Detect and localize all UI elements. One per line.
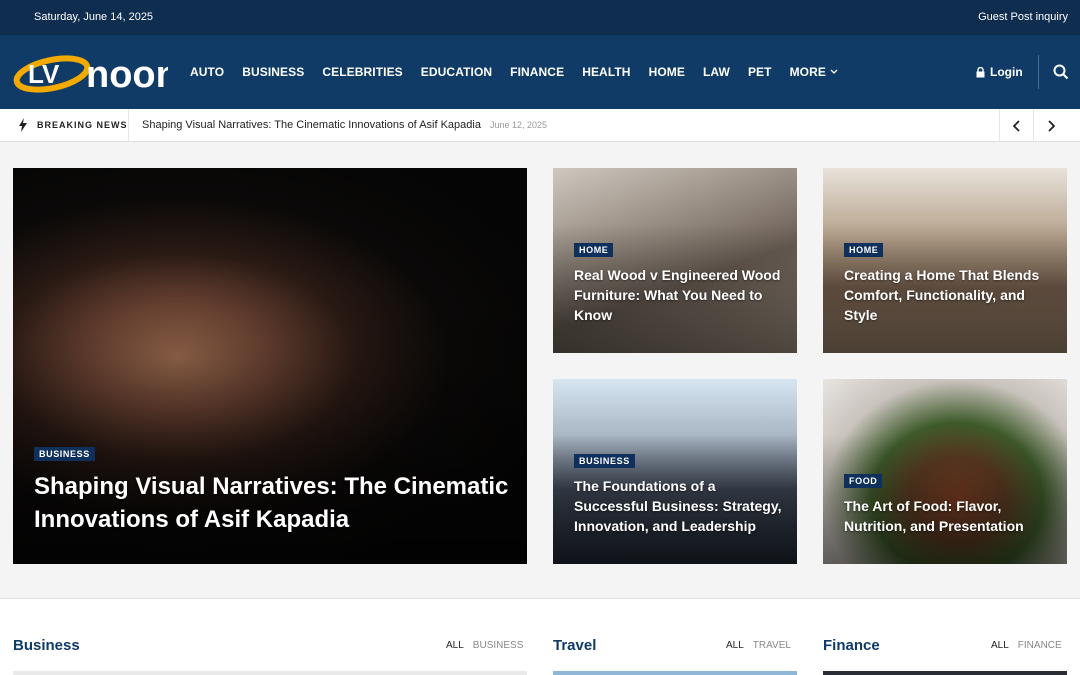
featured-card[interactable]: FOOD The Art of Food: Flavor, Nutrition,… xyxy=(823,379,1067,564)
featured-main-card[interactable]: BUSINESS Shaping Visual Narratives: The … xyxy=(13,168,527,564)
section-business: Business xyxy=(13,637,80,655)
search-button[interactable] xyxy=(1052,63,1070,81)
card-title[interactable]: Real Wood v Engineered Wood Furniture: W… xyxy=(574,265,784,325)
login-button[interactable]: Login xyxy=(976,35,1023,109)
tab-all[interactable]: ALL xyxy=(446,640,464,651)
breaking-news-label: BREAKING NEWS xyxy=(37,120,128,130)
tab-travel[interactable]: TRAVEL xyxy=(753,640,791,651)
lightning-icon xyxy=(19,118,27,132)
main-navigation: LV noon AUTO BUSINESS CELEBRITIES EDUCAT… xyxy=(0,35,1080,109)
nav-item-home[interactable]: HOME xyxy=(640,65,694,79)
section-image-strip xyxy=(823,671,1067,675)
section-tabs: ALL TRAVEL xyxy=(726,640,791,651)
chevron-right-icon xyxy=(1047,119,1055,132)
tab-business[interactable]: BUSINESS xyxy=(473,640,524,651)
category-badge[interactable]: HOME xyxy=(844,243,884,257)
ticker-prev-button[interactable] xyxy=(999,109,1033,142)
tab-all[interactable]: ALL xyxy=(991,640,1009,651)
ticker-date: June 12, 2025 xyxy=(490,120,548,130)
section-finance: Finance xyxy=(823,637,880,655)
nav-item-health[interactable]: HEALTH xyxy=(573,65,639,79)
category-badge[interactable]: BUSINESS xyxy=(574,454,635,468)
svg-text:noon: noon xyxy=(86,54,168,96)
featured-card[interactable]: HOME Real Wood v Engineered Wood Furnitu… xyxy=(553,168,797,353)
section-travel: Travel xyxy=(553,637,596,655)
top-bar: Saturday, June 14, 2025 Guest Post inqui… xyxy=(0,0,1080,35)
nav-item-pet[interactable]: PET xyxy=(739,65,781,79)
card-title[interactable]: Creating a Home That Blends Comfort, Fun… xyxy=(844,265,1054,325)
ticker-divider xyxy=(128,109,129,142)
section-tabs: ALL FINANCE xyxy=(991,640,1062,651)
guest-post-link[interactable]: Guest Post inquiry xyxy=(978,11,1068,23)
nav-item-law[interactable]: LAW xyxy=(694,65,739,79)
lock-icon xyxy=(976,66,985,77)
nav-item-finance[interactable]: FINANCE xyxy=(501,65,573,79)
section-image-strip xyxy=(553,671,797,675)
breaking-news-ticker: BREAKING NEWS Shaping Visual Narratives:… xyxy=(0,109,1080,142)
category-badge[interactable]: FOOD xyxy=(844,474,883,488)
current-date: Saturday, June 14, 2025 xyxy=(34,11,154,23)
svg-text:LV: LV xyxy=(28,59,60,89)
tab-finance[interactable]: FINANCE xyxy=(1018,640,1062,651)
chevron-down-icon xyxy=(830,69,838,74)
nav-menu: AUTO BUSINESS CELEBRITIES EDUCATION FINA… xyxy=(181,35,847,109)
site-logo[interactable]: LV noon xyxy=(12,47,179,97)
featured-card[interactable]: BUSINESS The Foundations of a Successful… xyxy=(553,379,797,564)
section-title[interactable]: Travel xyxy=(553,637,596,654)
nav-item-auto[interactable]: AUTO xyxy=(181,65,233,79)
nav-more-label: MORE xyxy=(789,65,826,79)
ticker-headline[interactable]: Shaping Visual Narratives: The Cinematic… xyxy=(142,119,481,131)
nav-item-education[interactable]: EDUCATION xyxy=(412,65,501,79)
ticker-next-button[interactable] xyxy=(1033,109,1067,142)
category-badge[interactable]: BUSINESS xyxy=(34,447,95,461)
nav-item-celebrities[interactable]: CELEBRITIES xyxy=(313,65,411,79)
section-title[interactable]: Business xyxy=(13,637,80,654)
card-title[interactable]: The Art of Food: Flavor, Nutrition, and … xyxy=(844,496,1054,536)
login-label: Login xyxy=(990,65,1023,79)
section-tabs: ALL BUSINESS xyxy=(446,640,523,651)
category-sections xyxy=(0,598,1080,675)
tab-all[interactable]: ALL xyxy=(726,640,744,651)
featured-card[interactable]: HOME Creating a Home That Blends Comfort… xyxy=(823,168,1067,353)
nav-item-more[interactable]: MORE xyxy=(781,65,847,79)
section-image-strip xyxy=(13,671,527,675)
category-badge[interactable]: HOME xyxy=(574,243,614,257)
card-title[interactable]: The Foundations of a Successful Business… xyxy=(574,476,784,536)
section-title[interactable]: Finance xyxy=(823,637,880,654)
featured-main-title[interactable]: Shaping Visual Narratives: The Cinematic… xyxy=(34,470,514,536)
nav-divider xyxy=(1038,55,1039,89)
search-icon xyxy=(1053,64,1069,80)
chevron-left-icon xyxy=(1012,119,1020,132)
nav-item-business[interactable]: BUSINESS xyxy=(233,65,313,79)
